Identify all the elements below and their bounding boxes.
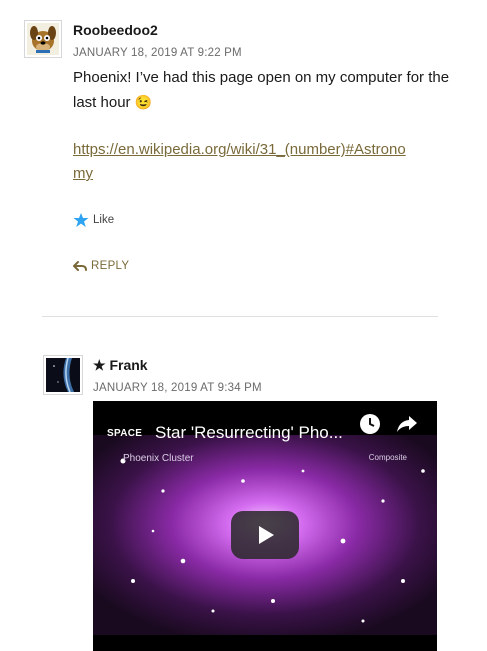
like-button[interactable]: Like: [73, 212, 114, 228]
video-title[interactable]: Star 'Resurrecting' Pho...: [155, 423, 343, 443]
comment-author[interactable]: Roobeedoo2: [73, 22, 158, 38]
link-line-2: my: [73, 165, 93, 182]
youtube-video-embed[interactable]: SPACE Star 'Resurrecting' Pho... Phoenix…: [93, 401, 437, 651]
comment-link-block: https://en.wikipedia.org/wiki/31_(number…: [73, 138, 453, 186]
comment-date[interactable]: JANUARY 18, 2019 AT 9:34 PM: [93, 382, 262, 394]
composite-label: Composite: [368, 453, 407, 462]
avatar-roobeedoo2[interactable]: [24, 20, 62, 58]
comment-text: Phoenix! I’ve had this page open on my c…: [73, 69, 450, 111]
avatar-frank[interactable]: [43, 355, 83, 395]
play-button[interactable]: [231, 511, 299, 559]
clock-icon[interactable]: [359, 413, 381, 440]
comment-divider: [42, 316, 438, 317]
reply-label: REPLY: [91, 260, 130, 272]
comment-body: Phoenix! I’ve had this page open on my c…: [73, 66, 453, 115]
star-icon: [73, 213, 89, 227]
cluster-label: Phoenix Cluster: [123, 453, 194, 464]
wink-emoji-icon: 😉: [134, 94, 153, 110]
sky-photo-icon: [46, 358, 80, 392]
comment-author[interactable]: ★ Frank: [93, 357, 148, 374]
like-label: Like: [93, 214, 115, 226]
reply-button[interactable]: REPLY: [73, 260, 129, 272]
channel-logo[interactable]: SPACE: [107, 428, 142, 439]
link-line-1: https://en.wikipedia.org/wiki/31_(number…: [73, 141, 406, 158]
play-icon: [259, 526, 274, 544]
scooby-doo-icon: [27, 23, 59, 55]
share-icon[interactable]: [395, 413, 419, 440]
reply-arrow-icon: [73, 261, 87, 271]
comment-date[interactable]: JANUARY 18, 2019 AT 9:22 PM: [73, 47, 242, 59]
wikipedia-link[interactable]: https://en.wikipedia.org/wiki/31_(number…: [73, 141, 406, 182]
